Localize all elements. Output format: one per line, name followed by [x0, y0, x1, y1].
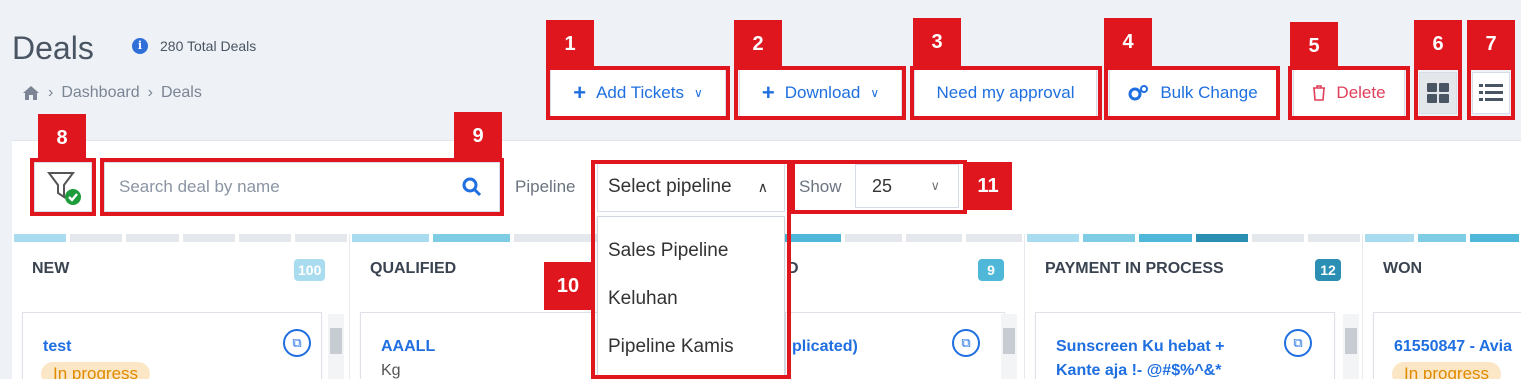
deal-title[interactable]: plicated): [792, 338, 858, 356]
grid-view-button[interactable]: [1419, 72, 1457, 114]
breadcrumb: › Dashboard › Deals: [22, 84, 202, 102]
chevron-right-icon: ›: [147, 84, 153, 101]
download-button[interactable]: + Download ∨: [739, 69, 902, 117]
pipeline-option-sales[interactable]: Sales Pipeline: [598, 227, 784, 275]
deals-page: Deals i 280 Total Deals › Dashboard › De…: [0, 0, 1521, 379]
scrollbar[interactable]: [1001, 314, 1017, 379]
chevron-down-icon: ∨: [693, 86, 703, 100]
add-tickets-label: Add Tickets: [596, 83, 684, 102]
show-select[interactable]: 25 ∨: [855, 164, 959, 208]
breadcrumb-deals: Deals: [160, 84, 202, 101]
column-title: QUALIFIED: [370, 260, 457, 277]
chevron-down-icon: ∨: [930, 178, 940, 193]
need-approval-label: Need my approval: [936, 83, 1075, 102]
annotation-marker-4: 4: [1104, 18, 1152, 66]
copy-icon[interactable]: ⧉: [1284, 329, 1312, 357]
grid-icon: [1427, 83, 1449, 103]
column-title: NEW: [32, 260, 70, 277]
column-count-badge: 9: [978, 259, 1004, 281]
deal-title[interactable]: 61550847 - Avia: [1394, 338, 1512, 356]
column-title: WON: [1383, 260, 1423, 277]
show-label: Show: [799, 177, 842, 196]
column-won: WON 61550847 - Avia In progress: [1363, 234, 1521, 379]
pipeline-dropdown: Sales Pipeline Keluhan Pipeline Kamis: [597, 216, 785, 376]
filter-button[interactable]: [34, 162, 92, 212]
status-badge: In progress: [41, 362, 151, 379]
annotation-marker-8: 8: [38, 114, 86, 162]
search-input[interactable]: [119, 177, 461, 197]
plus-icon: +: [761, 80, 775, 105]
delete-label: Delete: [1336, 83, 1386, 102]
list-view-button[interactable]: [1472, 72, 1510, 114]
annotation-marker-7: 7: [1467, 20, 1515, 68]
column-progress: [1363, 234, 1521, 242]
scrollbar[interactable]: [1343, 314, 1359, 379]
breadcrumb-dashboard[interactable]: Dashboard: [61, 84, 139, 102]
column-title: PAYMENT IN PROCESS: [1045, 260, 1224, 277]
column-progress: [1025, 234, 1362, 242]
annotation-marker-10: 10: [544, 262, 592, 310]
annotation-marker-6: 6: [1414, 20, 1462, 68]
annotation-marker-3: 3: [913, 18, 961, 66]
home-icon[interactable]: [22, 85, 40, 101]
deal-title[interactable]: Sunscreen Ku hebat +: [1056, 338, 1225, 356]
download-label: Download: [784, 83, 861, 102]
deal-card[interactable]: 61550847 - Avia In progress: [1373, 312, 1521, 379]
deal-card[interactable]: test In progress ⧉: [22, 312, 322, 379]
status-badge: In progress: [1392, 362, 1502, 379]
deal-subtitle: Kante aja !- @#$%^&*: [1056, 362, 1222, 379]
bulk-change-button[interactable]: Bulk Change: [1109, 69, 1277, 117]
deal-subtitle: Kg: [381, 362, 401, 379]
deal-title[interactable]: test: [43, 338, 71, 356]
info-icon: i: [132, 38, 148, 54]
bulk-change-label: Bulk Change: [1160, 83, 1258, 102]
list-icon: [1479, 84, 1503, 101]
add-tickets-button[interactable]: + Add Tickets ∨: [550, 69, 726, 117]
annotation-marker-11: 11: [964, 162, 1012, 210]
filter-check-icon: [47, 172, 81, 205]
pipeline-option-kamis[interactable]: Pipeline Kamis: [598, 323, 784, 371]
annotation-marker-1: 1: [546, 20, 594, 68]
delete-button[interactable]: Delete: [1293, 69, 1405, 117]
deal-card[interactable]: AAALL Kg: [360, 312, 600, 379]
annotation-marker-5: 5: [1290, 22, 1338, 70]
column-progress: [12, 234, 349, 242]
pipeline-select-value: Select pipeline: [608, 176, 732, 197]
column-count-badge: 12: [1315, 259, 1341, 281]
show-select-value: 25: [872, 175, 893, 196]
copy-icon[interactable]: ⧉: [952, 329, 980, 357]
total-deals-count: 280 Total Deals: [160, 38, 257, 54]
pipeline-option-keluhan[interactable]: Keluhan: [598, 275, 784, 323]
column-title: D: [787, 260, 799, 277]
column-count-badge: 100: [294, 259, 326, 281]
chevron-right-icon: ›: [48, 84, 54, 101]
pipeline-select[interactable]: Select pipeline ∧: [597, 162, 785, 212]
need-approval-button[interactable]: Need my approval: [914, 69, 1097, 117]
plus-icon: +: [573, 80, 587, 105]
gears-icon: [1128, 85, 1149, 101]
trash-icon: [1313, 85, 1326, 101]
search-icon[interactable]: [461, 176, 483, 198]
deal-card[interactable]: Sunscreen Ku hebat + Kante aja !- @#$%^&…: [1035, 312, 1335, 379]
page-title: Deals: [12, 30, 94, 66]
chevron-up-icon: ∧: [757, 178, 768, 195]
column-new: NEW 100 test In progress ⧉: [12, 234, 350, 379]
annotation-marker-9: 9: [454, 112, 502, 160]
chevron-down-icon: ∨: [870, 86, 880, 100]
pipeline-label: Pipeline: [515, 177, 576, 196]
scrollbar[interactable]: [328, 314, 344, 379]
deal-card[interactable]: plicated) ⧉: [785, 312, 1005, 379]
annotation-marker-2: 2: [734, 20, 782, 68]
column-payment-in-process: PAYMENT IN PROCESS 12 Sunscreen Ku hebat…: [1025, 234, 1363, 379]
deal-title[interactable]: AAALL: [381, 338, 435, 356]
copy-icon[interactable]: ⧉: [283, 329, 311, 357]
search-box: [104, 162, 500, 212]
